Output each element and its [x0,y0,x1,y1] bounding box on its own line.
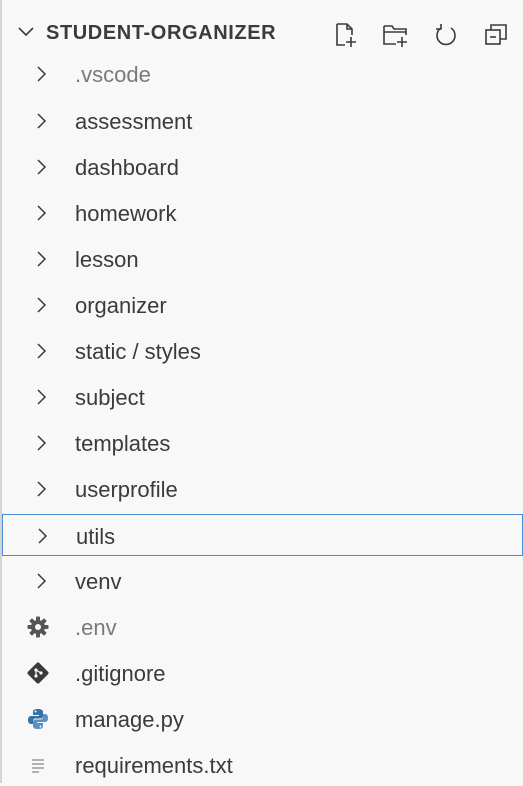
folder-item-lesson[interactable]: lesson [2,238,523,280]
refresh-button[interactable] [426,18,466,52]
folder-item-homework[interactable]: homework [2,192,523,234]
folder-label: subject [75,385,145,410]
folder-label: .vscode [75,62,151,87]
folder-item-organizer[interactable]: organizer [2,284,523,326]
folder-label: utils [76,524,116,549]
chevron-right-icon [37,389,47,405]
chevron-down-icon[interactable] [16,21,36,41]
folder-label: homework [75,201,177,226]
folder-item-utils[interactable]: utils [2,514,523,556]
chevron-right-icon [37,297,47,313]
folder-item-dashboard[interactable]: dashboard [2,146,523,188]
folder-label: assessment [75,109,193,134]
folder-item-static-styles[interactable]: static / styles [2,330,523,372]
folder-item-vscode[interactable]: .vscode [2,53,523,95]
chevron-right-icon [37,435,47,451]
chevron-right-icon [37,159,47,175]
chevron-right-icon [37,66,47,82]
file-item-requirements-txt[interactable]: requirements.txt [2,744,523,786]
chevron-right-icon [37,343,47,359]
chevron-right-icon [38,528,48,544]
folder-item-venv[interactable]: venv [2,560,523,602]
new-folder-icon [383,25,407,47]
python-icon [28,709,48,729]
file-label: manage.py [75,707,184,732]
file-label: requirements.txt [75,753,233,778]
folder-label: static / styles [75,339,201,364]
new-folder-button[interactable] [376,18,416,52]
git-icon [27,662,49,684]
folder-label: userprofile [75,477,178,502]
folder-item-templates[interactable]: templates [2,422,523,464]
explorer-actions [326,18,516,52]
folder-item-subject[interactable]: subject [2,376,523,418]
chevron-right-icon [37,205,47,221]
file-item-manage-py[interactable]: manage.py [2,698,523,740]
new-file-button[interactable] [326,18,366,52]
chevron-right-icon [37,251,47,267]
collapse-all-button[interactable] [476,18,516,52]
file-item-gitignore[interactable]: .gitignore [2,652,523,694]
folder-label: dashboard [75,155,179,180]
explorer-panel: STUDENT-ORGANIZER .vscode assessment das… [0,0,523,783]
folder-label: organizer [75,293,167,318]
collapse-all-icon [485,24,507,45]
chevron-right-icon [37,481,47,497]
text-file-icon [32,759,44,773]
chevron-right-icon [37,573,47,589]
explorer-title: STUDENT-ORGANIZER [46,22,277,44]
folder-item-assessment[interactable]: assessment [2,100,523,142]
gear-icon [27,616,49,638]
folder-label: lesson [75,247,139,272]
file-label: .gitignore [75,661,166,686]
refresh-icon [436,24,456,46]
explorer-header[interactable]: STUDENT-ORGANIZER [2,10,523,54]
folder-label: templates [75,431,171,456]
folder-item-userprofile[interactable]: userprofile [2,468,523,510]
chevron-right-icon [37,113,47,129]
file-item-env[interactable]: .env [2,606,523,648]
file-label: .env [75,615,117,640]
folder-label: venv [75,569,122,594]
new-file-icon [336,23,356,47]
